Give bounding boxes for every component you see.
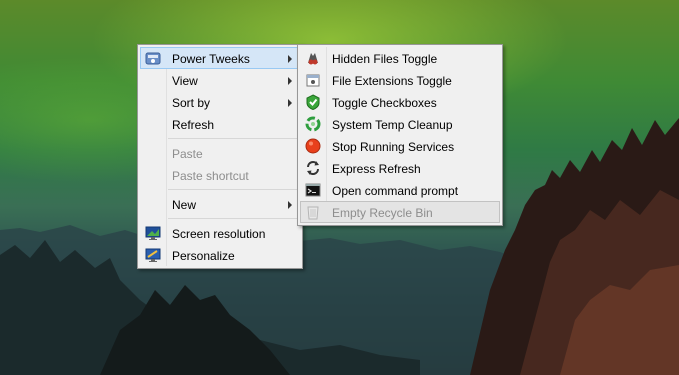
- submenu-item-toggle-checkboxes[interactable]: Toggle Checkboxes: [300, 91, 500, 113]
- file-extensions-icon: [306, 74, 320, 87]
- desktop-context-menu: Power Tweeks View Sort by Refresh Paste …: [137, 44, 303, 269]
- recycle-cleanup-icon: [305, 116, 321, 132]
- submenu-item-label: System Temp Cleanup: [332, 118, 453, 132]
- menu-item-label: Refresh: [172, 118, 215, 132]
- screen-resolution-icon: [145, 226, 161, 240]
- menu-item-paste-shortcut[interactable]: Paste shortcut: [140, 164, 300, 186]
- personalize-icon: [145, 248, 161, 262]
- menu-item-new[interactable]: New: [140, 193, 300, 215]
- menu-item-label: View: [172, 74, 198, 88]
- menu-item-refresh[interactable]: Refresh: [140, 113, 300, 135]
- submenu-item-express-refresh[interactable]: Express Refresh: [300, 157, 500, 179]
- menu-item-label: New: [172, 198, 197, 212]
- submenu-item-label: Empty Recycle Bin: [332, 206, 433, 220]
- menu-separator: [168, 189, 300, 190]
- menu-item-label: Power Tweeks: [172, 52, 250, 66]
- chevron-right-icon: [288, 201, 292, 209]
- submenu-item-system-temp-cleanup[interactable]: System Temp Cleanup: [300, 113, 500, 135]
- submenu-item-label: File Extensions Toggle: [332, 74, 452, 88]
- refresh-icon: [307, 161, 319, 175]
- submenu-item-label: Stop Running Services: [332, 140, 455, 154]
- power-tweeks-submenu: Hidden Files Toggle File Extensions Togg…: [297, 44, 503, 226]
- shield-check-icon: [306, 94, 320, 110]
- menu-item-screen-resolution[interactable]: Screen resolution: [140, 222, 300, 244]
- menu-separator: [168, 138, 300, 139]
- chevron-right-icon: [288, 55, 292, 63]
- chevron-right-icon: [288, 77, 292, 85]
- menu-item-label: Screen resolution: [172, 227, 266, 241]
- menu-item-sort-by[interactable]: Sort by: [140, 91, 300, 113]
- submenu-item-label: Toggle Checkboxes: [332, 96, 437, 110]
- submenu-item-file-extensions-toggle[interactable]: File Extensions Toggle: [300, 69, 500, 91]
- menu-item-power-tweeks[interactable]: Power Tweeks: [140, 47, 300, 69]
- recycle-bin-icon: [307, 206, 319, 220]
- menu-item-view[interactable]: View: [140, 69, 300, 91]
- menu-item-paste[interactable]: Paste: [140, 142, 300, 164]
- menu-item-label: Paste: [172, 147, 203, 161]
- submenu-item-stop-running-services[interactable]: Stop Running Services: [300, 135, 500, 157]
- menu-item-label: Sort by: [172, 96, 211, 110]
- stop-icon: [305, 138, 321, 154]
- submenu-item-label: Hidden Files Toggle: [332, 52, 438, 66]
- submenu-item-empty-recycle-bin[interactable]: Empty Recycle Bin: [300, 201, 500, 223]
- menu-item-label: Personalize: [172, 249, 235, 263]
- submenu-item-label: Open command prompt: [332, 184, 459, 198]
- submenu-item-hidden-files-toggle[interactable]: Hidden Files Toggle: [300, 47, 500, 69]
- submenu-item-label: Express Refresh: [332, 162, 421, 176]
- chevron-right-icon: [288, 99, 292, 107]
- hidden-files-icon: [308, 53, 318, 65]
- submenu-item-open-command-prompt[interactable]: Open command prompt: [300, 179, 500, 201]
- power-tweeks-icon: [145, 52, 161, 65]
- menu-item-personalize[interactable]: Personalize: [140, 244, 300, 266]
- menu-separator: [168, 218, 300, 219]
- menu-item-label: Paste shortcut: [172, 169, 249, 183]
- command-prompt-icon: [305, 183, 321, 197]
